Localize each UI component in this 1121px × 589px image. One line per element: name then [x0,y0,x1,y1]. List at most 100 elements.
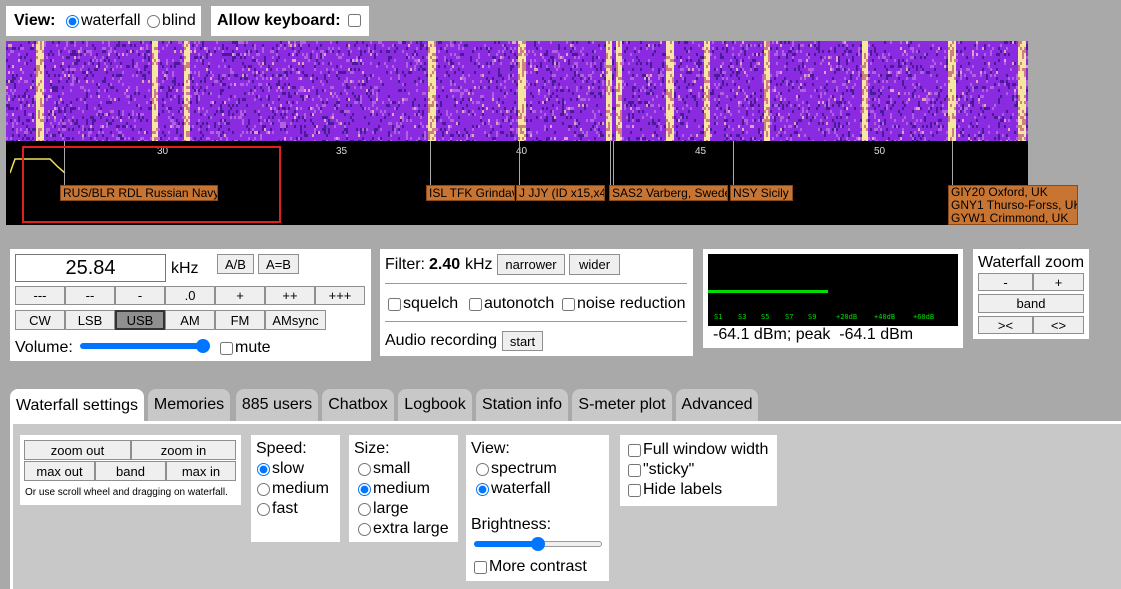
waterfall-pixel [930,125,932,128]
allow-keyboard-label: Allow keyboard: [217,12,341,29]
waterfall-pixel [952,122,954,125]
waterfall-pixel [184,71,186,74]
waterfall-pixel [780,44,782,47]
waterfall-pixel [922,89,924,92]
waterfall-pixel [728,125,730,128]
waterfall-pixel [150,137,152,140]
waterfall-pixel [764,104,766,107]
waterfall-pixel [344,110,346,113]
waterfall-pixel [186,98,188,101]
waterfall-pixel [776,83,778,86]
waterfall-pixel [58,101,60,104]
waterfall-pixel [72,62,74,65]
waterfall-pixel [540,65,542,68]
waterfall-pixel [672,68,674,71]
waterfall-pixel [690,47,692,50]
waterfall-pixel [690,89,692,92]
waterfall-pixel [478,101,480,104]
waterfall-pixel [370,62,372,65]
waterfall-pixel [176,62,178,65]
waterfall-pixel [764,95,766,98]
waterfall-pixel [474,62,476,65]
waterfall-pixel [666,53,668,56]
waterfall-pixel [414,68,416,71]
waterfall-pixel [40,56,42,59]
waterfall-pixel [628,119,630,122]
waterfall-pixel [670,53,672,56]
waterfall-pixel [898,134,900,137]
waterfall-pixel [162,131,164,134]
waterfall-pixel [950,41,952,44]
waterfall-pixel [932,98,934,101]
waterfall-pixel [868,137,870,140]
waterfall-pixel [668,122,670,125]
waterfall-pixel [632,113,634,116]
waterfall-pixel [182,116,184,119]
view-waterfall-radio[interactable]: waterfall [66,12,141,30]
waterfall-pixel [560,77,562,80]
waterfall-pixel [218,77,220,80]
waterfall-pixel [582,53,584,56]
waterfall-pixel [336,137,338,140]
waterfall-pixel [404,41,406,44]
waterfall-pixel [310,53,312,56]
waterfall-pixel [530,134,532,137]
waterfall-pixel [254,68,256,71]
waterfall-pixel [74,107,76,110]
waterfall-pixel [776,71,778,74]
waterfall-pixel [590,92,592,95]
waterfall-pixel [874,71,876,74]
waterfall-pixel [646,113,648,116]
waterfall-pixel [666,77,668,80]
waterfall-pixel [616,47,618,50]
waterfall-pixel [496,101,498,104]
waterfall-pixel [638,107,640,110]
waterfall-pixel [948,47,950,50]
waterfall-pixel [524,56,526,59]
waterfall-pixel [36,53,38,56]
waterfall-pixel [808,44,810,47]
waterfall-pixel [276,83,278,86]
waterfall-pixel [380,128,382,131]
waterfall-pixel [862,128,864,131]
waterfall-pixel [828,128,830,131]
waterfall-pixel [154,128,156,131]
waterfall-pixel [172,74,174,77]
waterfall-pixel [318,131,320,134]
waterfall-pixel [508,56,510,59]
allow-keyboard-checkbox[interactable] [348,14,361,27]
waterfall-pixel [188,41,190,44]
waterfall-pixel [666,50,668,53]
waterfall-pixel [240,134,242,137]
waterfall-pixel [12,74,14,77]
waterfall-pixel [534,53,536,56]
waterfall-pixel [184,95,186,98]
view-blind-radio[interactable]: blind [147,12,196,30]
waterfall-pixel [258,62,260,65]
waterfall-pixel [650,80,652,83]
waterfall-pixel [610,56,612,59]
waterfall-pixel [468,92,470,95]
waterfall-pixel [320,110,322,113]
waterfall-pixel [378,41,380,44]
waterfall-pixel [42,134,44,137]
waterfall-pixel [948,119,950,122]
waterfall-pixel [428,137,430,140]
waterfall-pixel [454,89,456,92]
waterfall-pixel [374,101,376,104]
waterfall-pixel [328,74,330,77]
waterfall-pixel [278,80,280,83]
waterfall-pixel [620,125,622,128]
waterfall-pixel [80,47,82,50]
waterfall-pixel [182,44,184,47]
waterfall-pixel [702,110,704,113]
waterfall-pixel [808,137,810,140]
waterfall-pixel [58,80,60,83]
waterfall-pixel [704,134,706,137]
waterfall-pixel [568,62,570,65]
waterfall-pixel [704,107,706,110]
waterfall-pixel [846,80,848,83]
waterfall-display[interactable] [6,41,1028,141]
waterfall-pixel [62,128,64,131]
waterfall-pixel [94,137,96,140]
